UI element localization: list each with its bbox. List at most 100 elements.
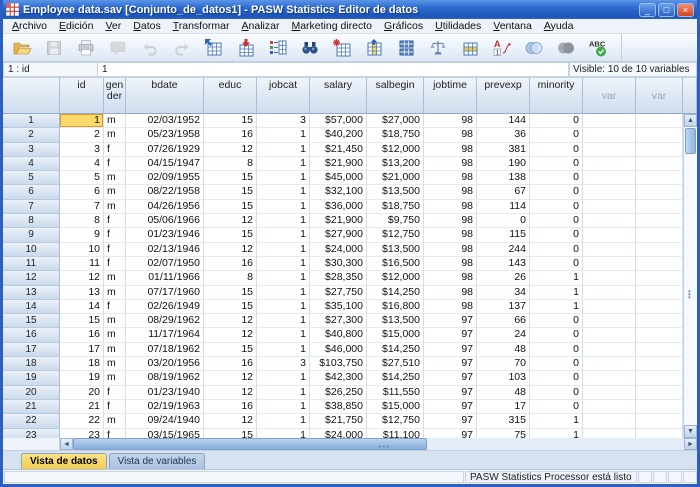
menu-transformar[interactable]: Transformar (167, 20, 236, 32)
cell-r21-educ[interactable]: 16 (204, 400, 257, 414)
cell-r17-salbegin[interactable]: $14,250 (367, 343, 424, 357)
cell-r6-var-11[interactable] (636, 185, 683, 199)
print-button[interactable] (71, 36, 101, 60)
col-header-minority[interactable]: minority (530, 78, 583, 114)
cell-r4-salary[interactable]: $21,900 (310, 157, 367, 171)
cell-r23-bdate[interactable]: 03/15/1965 (126, 429, 204, 438)
cell-r11-var-11[interactable] (636, 257, 683, 271)
cell-r17-educ[interactable]: 15 (204, 343, 257, 357)
cell-r10-salary[interactable]: $24,000 (310, 243, 367, 257)
row-header-7[interactable]: 7 (3, 200, 60, 214)
cell-r18-bdate[interactable]: 03/20/1956 (126, 357, 204, 371)
cell-r19-var-10[interactable] (583, 371, 636, 385)
cell-r19-minority[interactable]: 0 (530, 371, 583, 385)
split-file-button[interactable] (391, 36, 421, 60)
cell-r22-gender[interactable]: m (104, 414, 126, 428)
row-header-21[interactable]: 21 (3, 400, 60, 414)
menu-analizar[interactable]: Analizar (236, 20, 286, 32)
cell-r15-gender[interactable]: m (104, 314, 126, 328)
vertical-scroll-thumb[interactable] (685, 128, 696, 154)
grid-corner-cell[interactable] (3, 78, 60, 114)
cell-r10-minority[interactable]: 0 (530, 243, 583, 257)
cell-r10-prevexp[interactable]: 244 (477, 243, 530, 257)
cell-r9-salary[interactable]: $27,900 (310, 228, 367, 242)
cell-r17-gender[interactable]: m (104, 343, 126, 357)
cell-r12-prevexp[interactable]: 26 (477, 271, 530, 285)
cell-r10-jobcat[interactable]: 1 (257, 243, 310, 257)
menu-ventana[interactable]: Ventana (487, 20, 538, 32)
use-variable-sets-button[interactable] (519, 36, 549, 60)
maximize-button[interactable]: □ (658, 3, 675, 17)
cell-r23-var-11[interactable] (636, 429, 683, 438)
cell-r8-id[interactable]: 8 (60, 214, 104, 228)
cell-r11-gender[interactable]: f (104, 257, 126, 271)
cell-r1-salary[interactable]: $57,000 (310, 114, 367, 128)
cell-r12-var-10[interactable] (583, 271, 636, 285)
cell-r14-gender[interactable]: f (104, 300, 126, 314)
cell-r15-id[interactable]: 15 (60, 314, 104, 328)
cell-r19-jobcat[interactable]: 1 (257, 371, 310, 385)
cell-r13-jobtime[interactable]: 98 (424, 286, 477, 300)
col-header-educ[interactable]: educ (204, 78, 257, 114)
menu-gr-ficos[interactable]: Gráficos (378, 20, 429, 32)
cell-r7-salbegin[interactable]: $18,750 (367, 200, 424, 214)
cell-r19-educ[interactable]: 12 (204, 371, 257, 385)
tab-vista-de-datos[interactable]: Vista de datos (21, 453, 107, 469)
cell-r4-jobtime[interactable]: 98 (424, 157, 477, 171)
cell-r13-var-11[interactable] (636, 286, 683, 300)
cell-r16-prevexp[interactable]: 24 (477, 328, 530, 342)
cell-r19-salbegin[interactable]: $14,250 (367, 371, 424, 385)
vertical-scrollbar[interactable]: ▲ ••• ▼ (683, 114, 697, 438)
cell-r17-jobcat[interactable]: 1 (257, 343, 310, 357)
cell-r18-var-11[interactable] (636, 357, 683, 371)
open-file-button[interactable] (7, 36, 37, 60)
cell-r10-salbegin[interactable]: $13,500 (367, 243, 424, 257)
cell-r22-jobtime[interactable]: 97 (424, 414, 477, 428)
col-header-var-11[interactable]: var (636, 78, 683, 114)
cell-r1-prevexp[interactable]: 144 (477, 114, 530, 128)
cell-r18-prevexp[interactable]: 70 (477, 357, 530, 371)
row-header-15[interactable]: 15 (3, 314, 60, 328)
cell-r14-minority[interactable]: 1 (530, 300, 583, 314)
cell-r10-gender[interactable]: f (104, 243, 126, 257)
cell-r21-jobcat[interactable]: 1 (257, 400, 310, 414)
cell-r7-var-10[interactable] (583, 200, 636, 214)
cell-r21-minority[interactable]: 0 (530, 400, 583, 414)
cell-r16-var-11[interactable] (636, 328, 683, 342)
cell-r4-var-11[interactable] (636, 157, 683, 171)
cell-r12-educ[interactable]: 8 (204, 271, 257, 285)
cell-r21-salary[interactable]: $38,850 (310, 400, 367, 414)
cell-r17-jobtime[interactable]: 97 (424, 343, 477, 357)
cell-r21-gender[interactable]: f (104, 400, 126, 414)
cell-r6-minority[interactable]: 0 (530, 185, 583, 199)
col-header-jobtime[interactable]: jobtime (424, 78, 477, 114)
goto-case-button[interactable] (199, 36, 229, 60)
cell-r21-bdate[interactable]: 02/19/1963 (126, 400, 204, 414)
cell-r6-var-10[interactable] (583, 185, 636, 199)
cell-r2-bdate[interactable]: 05/23/1958 (126, 128, 204, 142)
cell-r23-gender[interactable]: f (104, 429, 126, 438)
cell-r3-salary[interactable]: $21,450 (310, 143, 367, 157)
cell-r13-var-10[interactable] (583, 286, 636, 300)
cell-r14-id[interactable]: 14 (60, 300, 104, 314)
cell-r4-var-10[interactable] (583, 157, 636, 171)
variables-button[interactable] (263, 36, 293, 60)
cell-r16-bdate[interactable]: 11/17/1964 (126, 328, 204, 342)
row-header-10[interactable]: 10 (3, 243, 60, 257)
cell-r11-id[interactable]: 11 (60, 257, 104, 271)
cell-r9-var-11[interactable] (636, 228, 683, 242)
cell-r4-minority[interactable]: 0 (530, 157, 583, 171)
cell-r14-bdate[interactable]: 02/26/1949 (126, 300, 204, 314)
cell-r3-educ[interactable]: 12 (204, 143, 257, 157)
cell-r5-minority[interactable]: 0 (530, 171, 583, 185)
cell-r11-jobtime[interactable]: 98 (424, 257, 477, 271)
cell-r1-id[interactable]: 1 (60, 114, 104, 128)
cell-r5-bdate[interactable]: 02/09/1955 (126, 171, 204, 185)
cell-r23-salbegin[interactable]: $11,100 (367, 429, 424, 438)
cell-r21-id[interactable]: 21 (60, 400, 104, 414)
cell-value-input[interactable]: 1 (98, 62, 569, 77)
cell-r7-var-11[interactable] (636, 200, 683, 214)
cell-r12-salbegin[interactable]: $12,000 (367, 271, 424, 285)
cell-r7-prevexp[interactable]: 114 (477, 200, 530, 214)
menu-archivo[interactable]: Archivo (6, 20, 53, 32)
